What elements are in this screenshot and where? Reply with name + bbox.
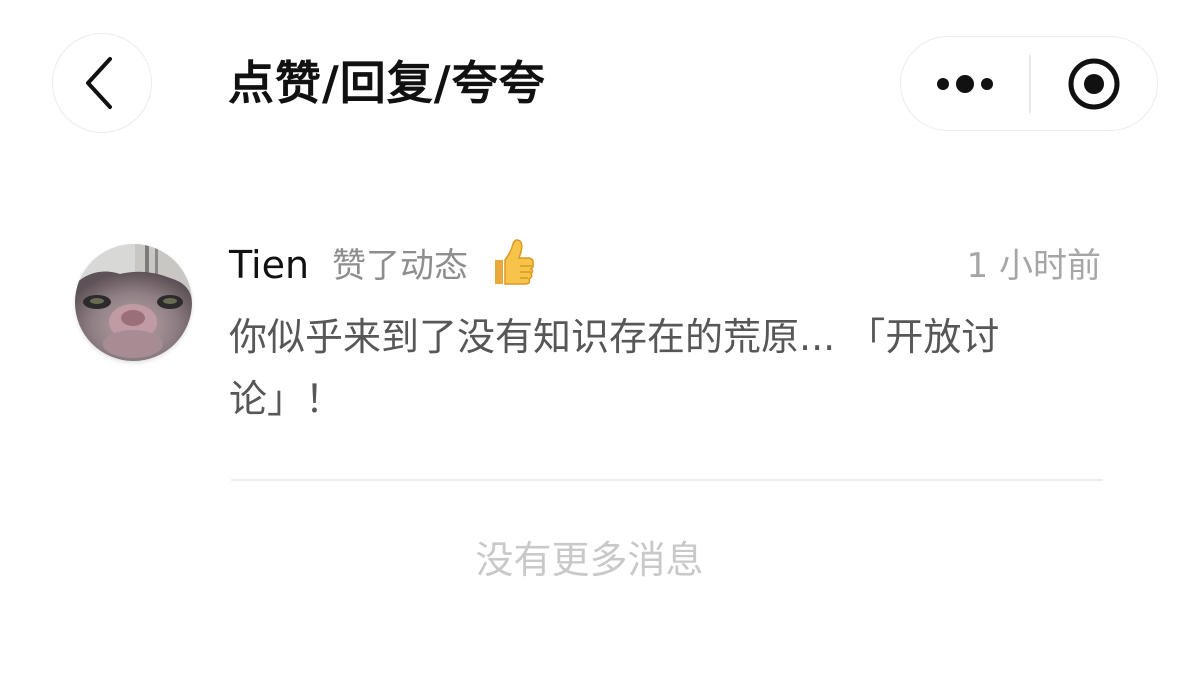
close-mini-program-button[interactable] <box>1031 37 1158 130</box>
cat-avatar-image <box>75 244 192 361</box>
no-more-messages: 没有更多消息 <box>475 538 704 582</box>
timestamp: 1 小时前 <box>966 246 1101 286</box>
notification-content[interactable]: 你似乎来到了没有知识存在的荒原... 「开放讨论」！ <box>229 306 1101 430</box>
back-button[interactable] <box>52 33 152 133</box>
user-name[interactable]: Tien <box>229 240 309 290</box>
avatar[interactable] <box>75 244 192 361</box>
mini-program-capsule <box>900 36 1158 131</box>
record-target-icon <box>1068 58 1120 109</box>
more-button[interactable] <box>901 37 1029 130</box>
chevron-left-icon <box>86 57 112 109</box>
thumbs-up-icon <box>495 239 534 285</box>
action-text: 赞了动态 <box>332 246 468 286</box>
page: 点赞/回复/夸夸 Tien 赞了动态 1 小时前 你似乎来到了没有知识存在的荒原… <box>0 0 1179 677</box>
divider <box>231 479 1103 481</box>
page-title: 点赞/回复/夸夸 <box>228 56 546 110</box>
more-dots-icon <box>937 74 993 93</box>
notification-header: Tien 赞了动态 1 小时前 <box>229 238 1101 292</box>
